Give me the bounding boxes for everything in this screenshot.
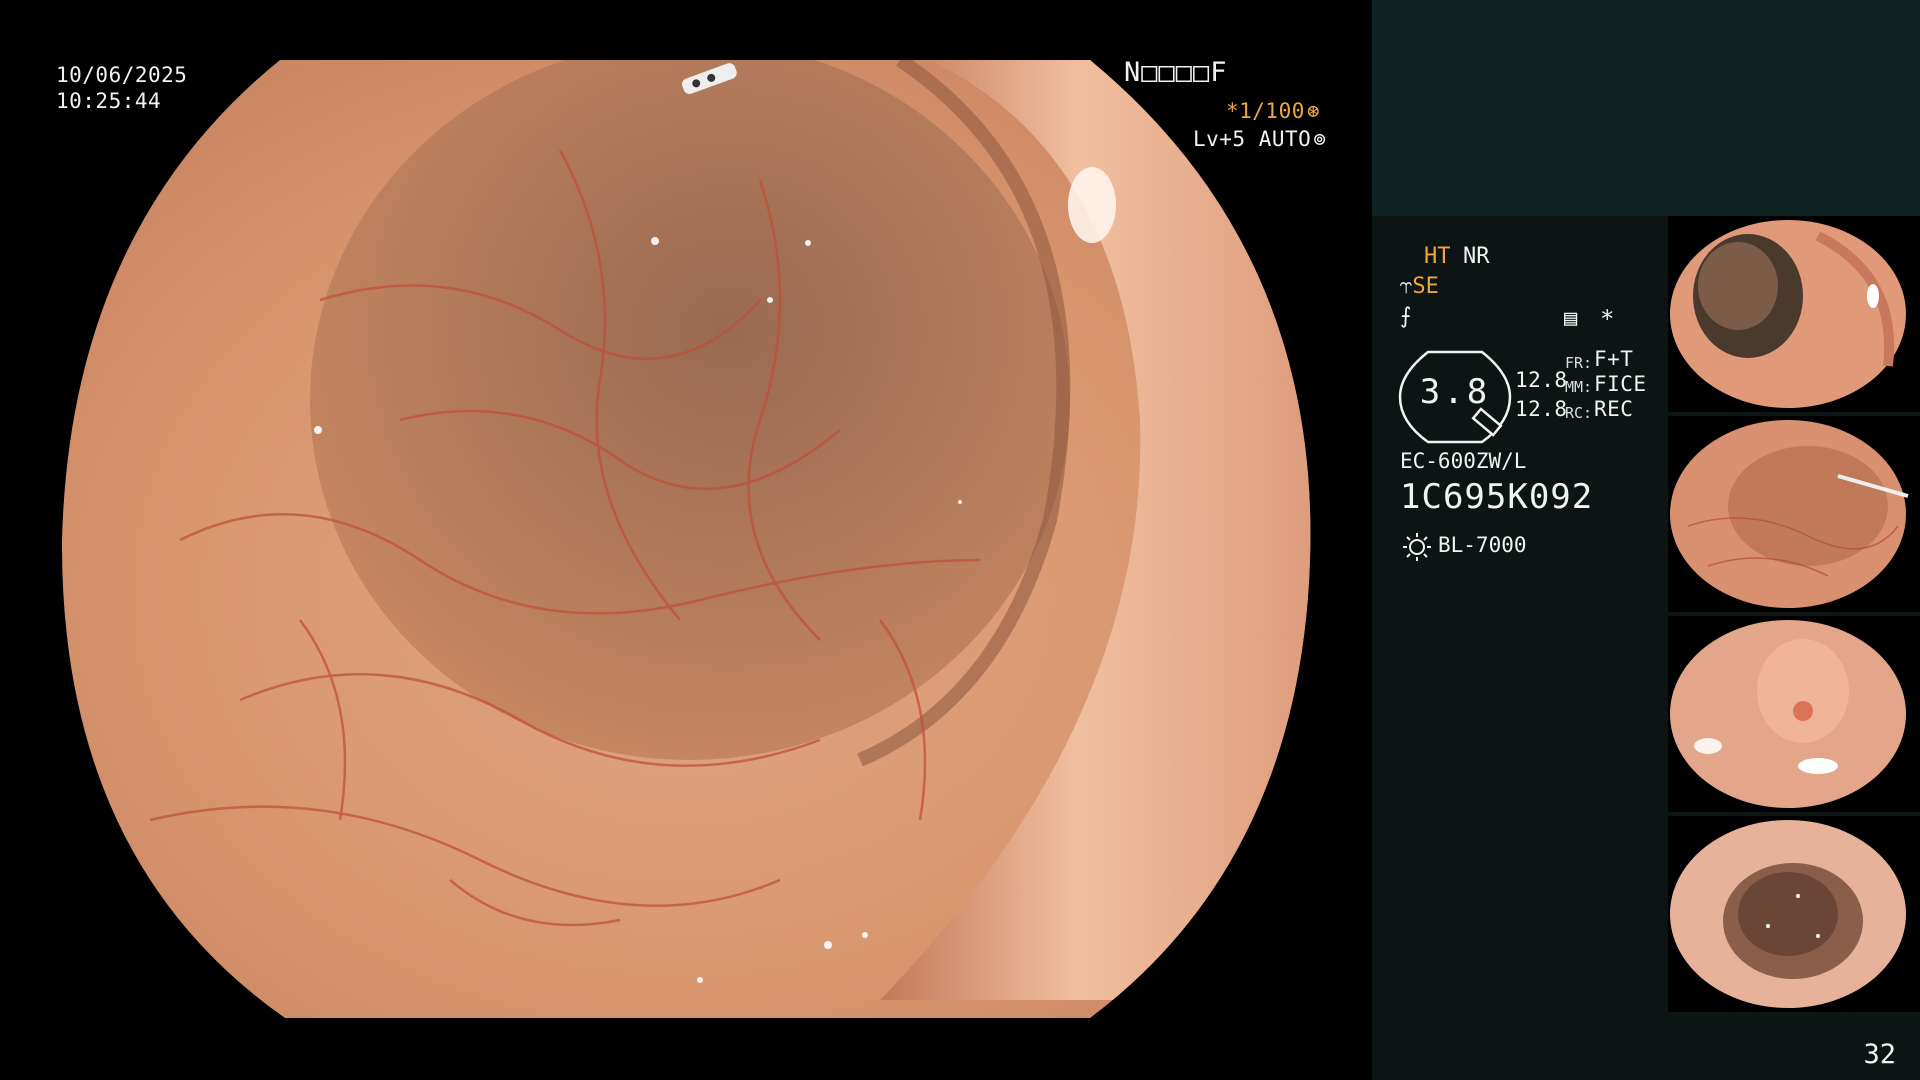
auto-iris-icon: ⊚ [1313, 127, 1327, 151]
level-text: Lv+5 AUTO [1193, 127, 1312, 151]
nr-indicator: NR [1463, 244, 1490, 269]
thumbnail-1[interactable] [1668, 216, 1920, 412]
parameter-value-2: 12.8 [1515, 397, 1568, 421]
scope-model: EC-600ZW/L [1400, 449, 1527, 473]
mm-value: FICE [1594, 372, 1647, 396]
rc-value: REC [1594, 397, 1634, 421]
fr-label: FR: [1565, 354, 1593, 372]
time-text: 10:25:44 [56, 89, 162, 113]
mm-label: MM: [1565, 378, 1593, 396]
thumbnail-4[interactable] [1668, 816, 1920, 1012]
light-source-icon [1403, 533, 1431, 561]
endoscope-main-view: 10/06/2025 10:25:44 N□□□□F *1/100⊛ Lv+5 … [0, 0, 1372, 1080]
thumbnail-3[interactable] [1668, 616, 1920, 812]
rc-label: RC: [1565, 404, 1593, 422]
fr-value: F+T [1594, 347, 1634, 371]
thumbnail-2[interactable] [1668, 416, 1920, 612]
brightness-level: Lv+5 AUTO⊚ [1193, 126, 1326, 152]
zoom-indicator: 3.8 [1398, 350, 1512, 444]
thumbnail-4-image [1670, 820, 1906, 1008]
shutter-speed: *1/100⊛ [1226, 98, 1320, 124]
parameter-value-1: 12.8 [1515, 368, 1568, 392]
ht-indicator: HT [1424, 244, 1451, 269]
patient-id: N□□□□F [1124, 57, 1228, 88]
se-indicator: SE [1412, 274, 1439, 299]
zoom-value: 3.8 [1419, 372, 1491, 412]
star-icon: * [1600, 305, 1615, 333]
panel-header-area [1372, 0, 1920, 216]
thumbnail-3-image [1670, 620, 1906, 808]
aperture-icon: ⊛ [1306, 99, 1321, 123]
shutter-text: *1/100 [1226, 99, 1305, 123]
se-indicator-row: ⥾SE [1400, 274, 1439, 300]
thumbnail-2-image [1670, 420, 1909, 608]
date-time-display: 10/06/2025 10:25:44 [56, 62, 187, 114]
settings-icon: ▤ [1564, 306, 1578, 331]
endoscopic-image [61, 60, 1311, 1018]
date-text: 10/06/2025 [56, 63, 188, 87]
scope-serial: 1C695K092 [1400, 477, 1594, 517]
light-source-name: BL-7000 [1438, 533, 1527, 557]
info-panel: HT NR ⥾SE ⨍ ▤ * 3.8 12.8 12.8 FR: F+T MM… [1372, 0, 1920, 1080]
thumbnail-1-image [1670, 220, 1906, 408]
structure-enhance-icon: ⥾ [1400, 274, 1413, 299]
color-enhance-icon: ⨍ [1400, 304, 1412, 329]
page-number: 32 [1863, 1039, 1896, 1070]
